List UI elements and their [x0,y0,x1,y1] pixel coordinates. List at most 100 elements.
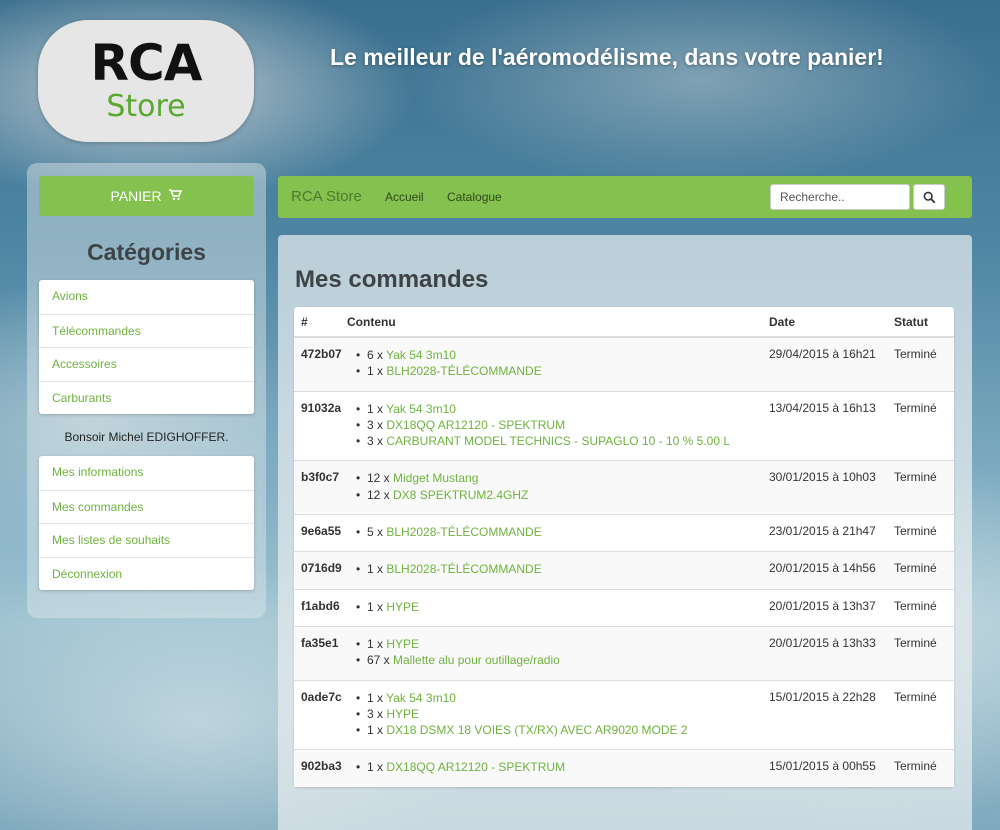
search-button[interactable] [913,184,945,210]
order-contents: 1 x Yak 54 3m103 x HYPE1 x DX18 DSMX 18 … [347,679,769,750]
order-items-list: 12 x Midget Mustang12 x DX8 SPEKTRUM2.4G… [347,461,769,514]
column-header-id: # [294,307,347,338]
table-row: fa35e11 x HYPE67 x Mallette alu pour out… [294,625,954,681]
list-item: 3 x CARBURANT MODEL TECHNICS - SUPAGLO 1… [356,433,769,450]
order-status: Terminé [894,588,954,627]
shopping-cart-icon [169,177,183,217]
order-status: Terminé [894,551,954,590]
sidebar: PANIER Catégories Avions Télécommandes A… [27,163,266,618]
order-contents: 1 x DX18QQ AR12120 - SPEKTRUM [347,749,769,787]
navbar-brand[interactable]: RCA Store [291,188,362,205]
product-link[interactable]: Yak 54 3m10 [386,402,456,416]
product-link[interactable]: HYPE [386,600,419,614]
nav-link-accueil[interactable]: Accueil [385,190,424,204]
product-link[interactable]: Yak 54 3m10 [386,348,456,362]
order-id: f1abd6 [294,588,347,627]
list-item: 1 x DX18 DSMX 18 VOIES (TX/RX) AVEC AR90… [356,722,769,739]
order-status: Terminé [894,514,954,552]
product-link[interactable]: Midget Mustang [393,471,478,485]
list-item: 67 x Mallette alu pour outillage/radio [356,652,769,669]
account-link-wishlists[interactable]: Mes listes de souhaits [39,523,254,557]
site-logo[interactable]: RCA Store [38,20,254,142]
product-link[interactable]: HYPE [386,637,419,651]
category-item-avions[interactable]: Avions [39,280,254,314]
item-quantity: 1 x [367,636,387,651]
order-id: 902ba3 [294,749,347,787]
categories-heading: Catégories [87,239,206,265]
order-status: Terminé [894,625,954,681]
table-row: 0ade7c1 x Yak 54 3m103 x HYPE1 x DX18 DS… [294,679,954,750]
order-id: 91032a [294,390,347,461]
logout-link[interactable]: Déconnexion [39,556,254,591]
nav-link-catalogue[interactable]: Catalogue [447,190,502,204]
item-quantity: 3 x [367,417,387,432]
order-date: 15/01/2015 à 22h28 [769,679,894,750]
cart-button-label: PANIER [110,188,162,204]
order-items-list: 1 x Yak 54 3m103 x HYPE1 x DX18 DSMX 18 … [347,681,769,750]
list-item: 1 x HYPE [356,636,769,653]
logo-line-1: RCA [90,34,203,92]
table-row: 902ba31 x DX18QQ AR12120 - SPEKTRUM15/01… [294,749,954,787]
search-icon [923,191,936,204]
user-greeting: Bonsoir Michel EDIGHOFFER. [64,430,229,444]
order-status: Terminé [894,679,954,750]
product-link[interactable]: Yak 54 3m10 [386,691,456,705]
order-date: 20/01/2015 à 13h37 [769,588,894,627]
product-link[interactable]: DX18QQ AR12120 - SPEKTRUM [386,760,565,774]
list-item: 1 x Yak 54 3m10 [356,401,769,418]
list-item: 1 x Yak 54 3m10 [356,690,769,707]
account-link-commandes[interactable]: Mes commandes [39,489,254,524]
list-item: 1 x BLH2028-TÉLÉCOMMANDE [356,363,769,380]
product-link[interactable]: HYPE [386,707,419,721]
order-id: fa35e1 [294,625,347,681]
order-contents: 5 x BLH2028-TÉLÉCOMMANDE [347,514,769,552]
category-item-telecommandes[interactable]: Télécommandes [39,313,254,348]
table-row: 472b076 x Yak 54 3m101 x BLH2028-TÉLÉCOM… [294,336,954,392]
order-items-list: 1 x DX18QQ AR12120 - SPEKTRUM [347,750,769,786]
order-status: Terminé [894,390,954,461]
order-items-list: 1 x HYPE [347,590,769,626]
table-row: 0716d91 x BLH2028-TÉLÉCOMMANDE20/01/2015… [294,551,954,590]
product-link[interactable]: DX18 DSMX 18 VOIES (TX/RX) AVEC AR9020 M… [386,723,687,737]
order-contents: 6 x Yak 54 3m101 x BLH2028-TÉLÉCOMMANDE [347,336,769,392]
table-header-row: # Contenu Date Statut [294,307,954,338]
order-date: 23/01/2015 à 21h47 [769,514,894,552]
column-header-contenu: Contenu [347,307,769,338]
logo-line-2: Store [106,89,186,124]
category-item-carburants[interactable]: Carburants [39,380,254,415]
account-menu: Mes informations Mes commandes Mes liste… [39,456,254,590]
order-contents: 12 x Midget Mustang12 x DX8 SPEKTRUM2.4G… [347,460,769,515]
main-panel: Mes commandes # Contenu Date Statut 472b… [278,235,972,830]
list-item: 3 x HYPE [356,706,769,723]
order-id: 472b07 [294,336,347,392]
order-contents: 1 x Yak 54 3m103 x DX18QQ AR12120 - SPEK… [347,390,769,461]
list-item: 5 x BLH2028-TÉLÉCOMMANDE [356,524,769,541]
list-item: 1 x DX18QQ AR12120 - SPEKTRUM [356,759,769,776]
product-link[interactable]: DX18QQ AR12120 - SPEKTRUM [386,418,565,432]
account-link-informations[interactable]: Mes informations [39,456,254,490]
search-input[interactable] [770,184,910,210]
item-quantity: 67 x [367,653,394,668]
product-link[interactable]: DX8 SPEKTRUM2.4GHZ [393,488,528,502]
product-link[interactable]: BLH2028-TÉLÉCOMMANDE [386,562,541,576]
order-date: 29/04/2015 à 16h21 [769,336,894,392]
page-title: Mes commandes [295,266,489,293]
item-quantity: 12 x [367,471,394,486]
list-item: 6 x Yak 54 3m10 [356,347,769,364]
order-status: Terminé [894,336,954,392]
cart-button[interactable]: PANIER [39,176,254,216]
top-navbar: RCA Store Accueil Catalogue [278,176,972,218]
product-link[interactable]: BLH2028-TÉLÉCOMMANDE [386,525,541,539]
order-date: 20/01/2015 à 14h56 [769,551,894,590]
product-link[interactable]: BLH2028-TÉLÉCOMMANDE [386,364,541,378]
order-date: 30/01/2015 à 10h03 [769,460,894,515]
item-quantity: 12 x [367,487,394,502]
product-link[interactable]: Mallette alu pour outillage/radio [393,653,560,667]
item-quantity: 1 x [367,364,387,379]
order-contents: 1 x HYPE67 x Mallette alu pour outillage… [347,625,769,681]
order-date: 13/04/2015 à 16h13 [769,390,894,461]
category-item-accessoires[interactable]: Accessoires [39,347,254,381]
list-item: 3 x DX18QQ AR12120 - SPEKTRUM [356,417,769,434]
order-id: b3f0c7 [294,460,347,515]
product-link[interactable]: CARBURANT MODEL TECHNICS - SUPAGLO 10 - … [386,434,730,448]
